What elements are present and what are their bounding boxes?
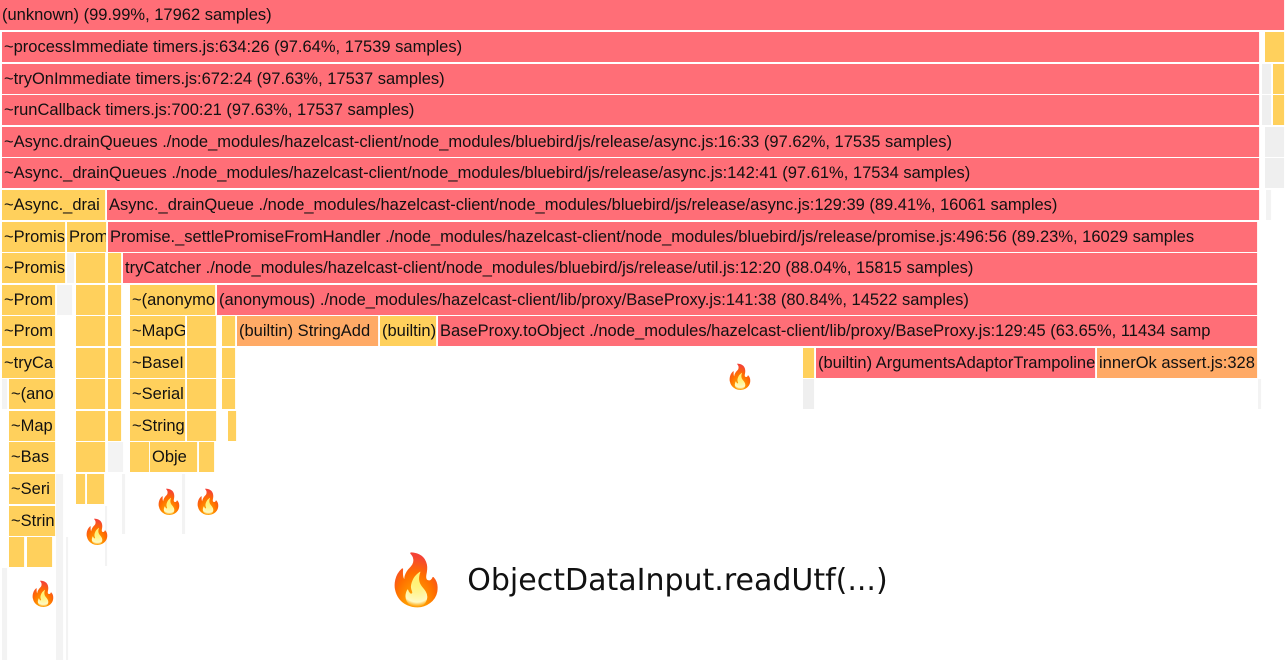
fire-icon: 🔥 xyxy=(28,580,58,608)
trail-2[interactable] xyxy=(66,537,69,660)
frame-col-f2[interactable] xyxy=(803,379,815,409)
frame-bas-short[interactable]: ~Bas xyxy=(9,442,56,472)
frame-col-d2[interactable] xyxy=(187,348,217,378)
fire-icon: 🔥 xyxy=(154,488,184,516)
frame-trycatch-short[interactable]: ~tryCa xyxy=(2,348,56,378)
frame-seri-short[interactable]: ~Seri xyxy=(9,474,56,504)
frame-col-e2[interactable] xyxy=(222,348,236,378)
frame-try-on-immediate[interactable]: ~tryOnImmediate timers.js:672:24 (97.63%… xyxy=(2,64,1260,94)
frame-stri-short[interactable]: ~Strin xyxy=(9,506,56,536)
frame-try-catcher[interactable]: tryCatcher ./node_modules/hazelcast-clie… xyxy=(123,253,1258,283)
frame-thin-1[interactable] xyxy=(67,253,75,283)
frame-col-b9[interactable] xyxy=(87,474,105,504)
frame-anon-baseproxy[interactable]: (anonymous) ./node_modules/hazelcast-cli… xyxy=(217,285,1258,315)
frame-col-e1[interactable] xyxy=(222,316,236,346)
hot-function-label: ObjectDataInput.readUtf(...) xyxy=(467,562,888,598)
frame-col-b6[interactable] xyxy=(76,411,106,441)
frame-col-h1[interactable] xyxy=(9,537,25,567)
frame-promise-b[interactable]: Prom xyxy=(67,222,107,252)
frame-side-6[interactable] xyxy=(1265,127,1285,157)
frame-col-b3[interactable] xyxy=(76,316,106,346)
frame-side-3[interactable] xyxy=(1273,64,1285,94)
frame-col-c6[interactable] xyxy=(108,411,122,441)
frame-thin-3[interactable] xyxy=(2,379,8,409)
frame-serial-short[interactable]: ~Serial xyxy=(130,379,186,409)
frame-string-add[interactable]: (builtin) StringAdd xyxy=(237,316,379,346)
frame-to-object[interactable]: BaseProxy.toObject ./node_modules/hazelc… xyxy=(438,316,1258,346)
frame-col-d4[interactable] xyxy=(187,411,217,441)
frame-col-c5[interactable] xyxy=(108,379,122,409)
frame-promise-a[interactable]: ~Promis xyxy=(2,222,66,252)
hot-function-callout: 🔥 ObjectDataInput.readUtf(...) xyxy=(385,545,888,615)
frame-mapg-short[interactable]: ~MapG xyxy=(130,316,186,346)
frame-process-immediate[interactable]: ~processImmediate timers.js:634:26 (97.6… xyxy=(2,32,1260,62)
frame-args-adaptor[interactable]: (builtin) ArgumentsAdaptorTrampoline xyxy=(816,348,1096,378)
frame-prom-e[interactable]: ~Prom xyxy=(2,316,56,346)
frame-thin-2[interactable] xyxy=(57,285,73,315)
frame-root[interactable]: (unknown) (99.99%, 17962 samples) xyxy=(0,0,1285,30)
frame-run-callback[interactable]: ~runCallback timers.js:700:21 (97.63%, 1… xyxy=(2,95,1260,125)
fire-icon: 🔥 xyxy=(385,550,448,609)
frame-drain-queues-private[interactable]: ~Async._drainQueues ./node_modules/hazel… xyxy=(2,158,1260,188)
frame-drain-queue-short[interactable]: ~Async._drai xyxy=(2,190,106,220)
frame-side-7[interactable] xyxy=(1265,158,1285,188)
frame-col-d3[interactable] xyxy=(187,379,217,409)
frame-settle-promise[interactable]: Promise._settlePromiseFromHandler ./node… xyxy=(108,222,1258,252)
frame-col-d5[interactable] xyxy=(199,442,215,472)
fire-icon: 🔥 xyxy=(82,518,112,546)
frame-col-b7[interactable] xyxy=(76,442,106,472)
frame-side-8[interactable] xyxy=(1266,190,1272,220)
fire-icon: 🔥 xyxy=(193,488,223,516)
frame-col-b2[interactable] xyxy=(76,285,106,315)
frame-thin-5[interactable] xyxy=(108,442,124,472)
frame-col-e3[interactable] xyxy=(222,379,236,409)
frame-col-e4[interactable] xyxy=(228,411,237,441)
frame-builtin-short[interactable]: (builtin) xyxy=(380,316,437,346)
frame-col-c3[interactable] xyxy=(108,316,122,346)
frame-col-b4[interactable] xyxy=(76,348,106,378)
fire-icon: 🔥 xyxy=(725,363,755,391)
frame-obje-short[interactable]: Obje xyxy=(150,442,198,472)
frame-col-c4[interactable] xyxy=(108,348,122,378)
frame-col-b8[interactable] xyxy=(76,474,86,504)
frame-side-1[interactable] xyxy=(1265,32,1285,62)
frame-side-5[interactable] xyxy=(1273,95,1285,125)
frame-col-b5[interactable] xyxy=(76,379,106,409)
frame-side-4[interactable] xyxy=(1262,95,1272,125)
frame-col-g1[interactable] xyxy=(130,442,150,472)
trail-4[interactable] xyxy=(122,474,126,534)
trail-1[interactable] xyxy=(56,474,64,660)
frame-anon-short-2[interactable]: ~(ano xyxy=(9,379,56,409)
frame-col-d1[interactable] xyxy=(187,316,217,346)
frame-string-short[interactable]: ~String xyxy=(130,411,186,441)
frame-drain-queues[interactable]: ~Async.drainQueues ./node_modules/hazelc… xyxy=(2,127,1260,157)
frame-map-short[interactable]: ~Map xyxy=(9,411,56,441)
frame-side-2[interactable] xyxy=(1262,64,1272,94)
frame-col-f1[interactable] xyxy=(803,348,815,378)
frame-anon-short[interactable]: ~(anonymo xyxy=(130,285,216,315)
flame-graph: (unknown) (99.99%, 17962 samples) ~proce… xyxy=(0,0,1285,660)
frame-basel-short[interactable]: ~BaseI xyxy=(130,348,186,378)
frame-promise-c[interactable]: ~Promis xyxy=(2,253,66,283)
frame-col-c2[interactable] xyxy=(108,285,122,315)
trail-3[interactable] xyxy=(2,568,8,660)
frame-thin-4[interactable] xyxy=(1258,379,1262,409)
frame-inner-ok[interactable]: innerOk assert.js:328 xyxy=(1097,348,1258,378)
frame-col-c1[interactable] xyxy=(108,253,122,283)
frame-drain-queue[interactable]: Async._drainQueue ./node_modules/hazelca… xyxy=(107,190,1260,220)
frame-col-b1[interactable] xyxy=(76,253,106,283)
frame-col-h2[interactable] xyxy=(27,537,53,567)
frame-prom-d[interactable]: ~Prom xyxy=(2,285,56,315)
